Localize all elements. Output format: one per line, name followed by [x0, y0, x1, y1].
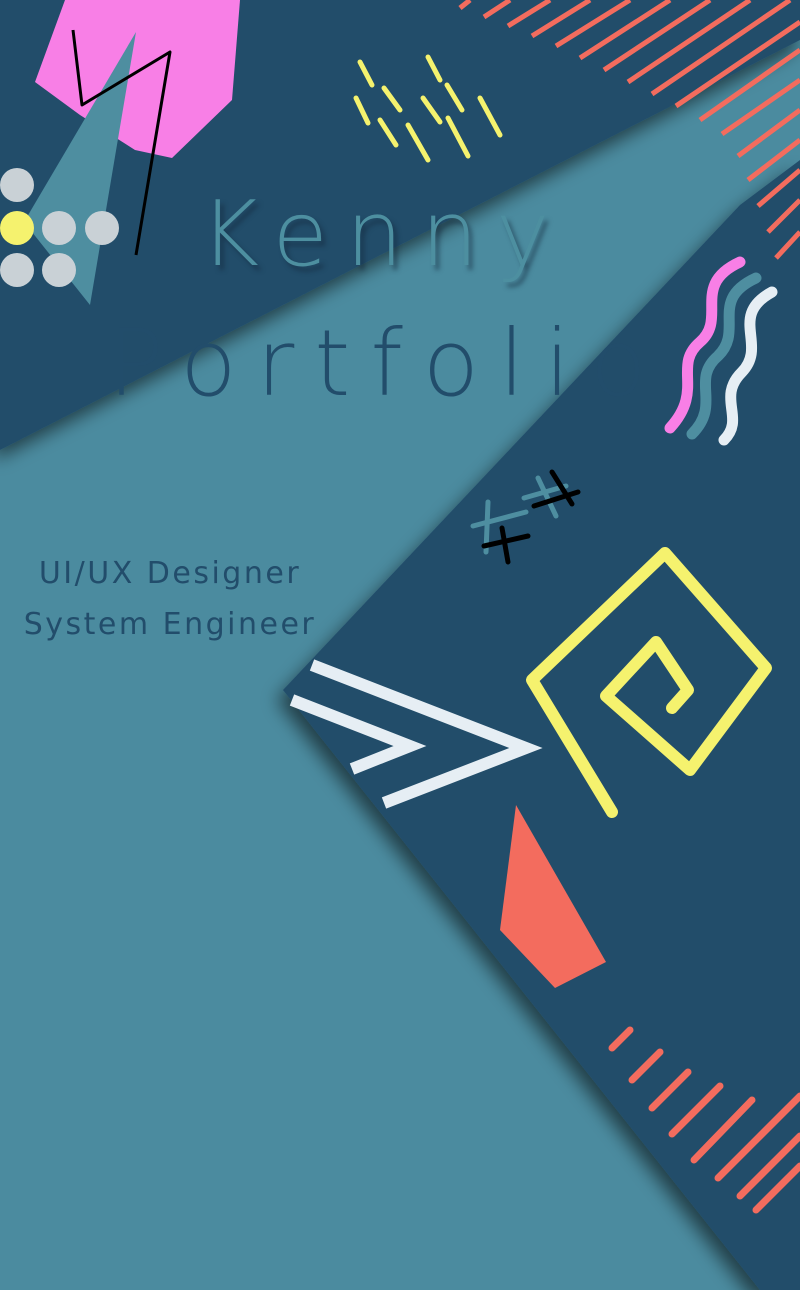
- portfolio-cover: Kenny Portfolio UI/UX Designer System En…: [0, 0, 800, 1290]
- title-portfolio: Portfolio: [108, 310, 667, 417]
- role-designer: UI/UX Designer: [38, 556, 302, 591]
- role-engineer: System Engineer: [23, 607, 317, 642]
- title-name: Kenny: [200, 182, 568, 287]
- role-list: UI/UX Designer System Engineer: [10, 548, 330, 650]
